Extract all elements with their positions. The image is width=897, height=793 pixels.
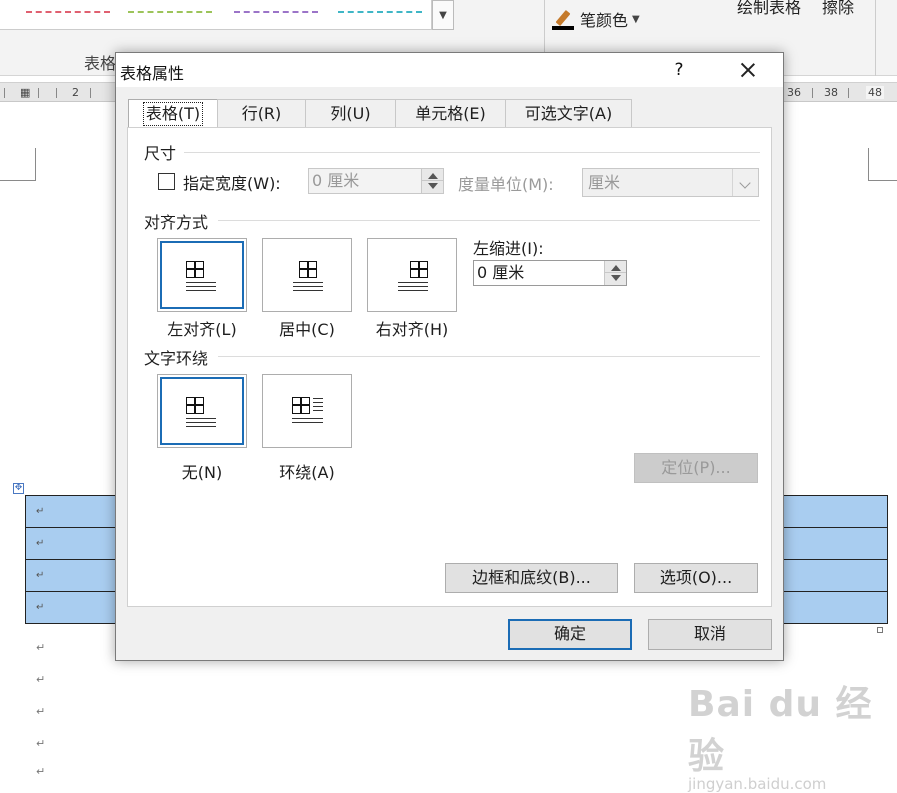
section-divider (218, 356, 760, 357)
tab-label: 列(U) (330, 104, 371, 123)
tab-label: 可选文字(A) (524, 104, 613, 123)
pen-color-label: 笔颜色 (580, 11, 629, 30)
gallery-more-button[interactable]: ▼ (432, 0, 454, 30)
measure-in-label: 度量单位(M): (458, 175, 554, 194)
align-left-label: 左对齐(L) (167, 320, 237, 339)
width-spinner[interactable] (421, 169, 443, 193)
table-style-swatch[interactable] (20, 0, 116, 28)
preferred-width-label: 指定宽度(W): (183, 174, 281, 193)
positioning-button[interactable]: 定位(P)... (634, 453, 758, 483)
left-indent-label: 左缩进(I): (473, 239, 544, 258)
options-button[interactable]: 选项(O)... (634, 563, 758, 593)
preferred-width-checkbox[interactable] (158, 173, 175, 190)
watermark-logo: Bai du 经验 (688, 684, 873, 777)
tab-panel-table: 尺寸 指定宽度(W): 0 厘米 度量单位(M): 厘米 对齐方式 左对齐(L) (127, 127, 772, 607)
preferred-width-value: 0 厘米 (312, 171, 360, 190)
wrap-around-label: 环绕(A) (279, 463, 335, 482)
measure-in-select[interactable]: 厘米 (582, 168, 759, 197)
close-icon[interactable] (728, 55, 768, 85)
ribbon-group-label: 表格 (84, 54, 117, 73)
left-indent-value: 0 厘米 (477, 263, 525, 282)
paragraph-mark: ↵ (36, 705, 46, 718)
wrapping-section-label: 文字环绕 (144, 349, 209, 368)
table-style-gallery[interactable] (0, 0, 432, 30)
dialog-titlebar[interactable]: 表格属性 ? (116, 53, 783, 87)
section-divider (184, 152, 760, 153)
table-style-swatch[interactable] (122, 0, 218, 28)
pen-color-icon (552, 8, 576, 30)
wrap-none-label: 无(N) (181, 463, 223, 482)
ruler-mark: 2 (72, 86, 79, 99)
ok-button[interactable]: 确定 (508, 619, 632, 650)
margin-corner-mark (0, 148, 36, 181)
wrap-around-option[interactable] (262, 374, 352, 448)
ruler-mark: 48 (866, 86, 884, 99)
ruler-mark: 38 (824, 86, 838, 99)
tab-label: 表格(T) (142, 102, 204, 126)
tab-row[interactable]: 行(R) (217, 99, 306, 127)
tab-strip: 表格(T) 行(R) 列(U) 单元格(E) 可选文字(A) (128, 99, 632, 129)
chevron-down-icon (732, 169, 758, 196)
margin-corner-mark (868, 148, 897, 181)
alignment-section-label: 对齐方式 (144, 213, 209, 232)
align-right-option[interactable] (367, 238, 457, 312)
cancel-button[interactable]: 取消 (648, 619, 772, 650)
dialog-title: 表格属性 (120, 64, 185, 83)
erase-button[interactable]: 擦除 (822, 0, 854, 18)
preferred-width-input[interactable]: 0 厘米 (308, 168, 444, 194)
align-center-label: 居中(C) (279, 320, 335, 339)
help-button[interactable]: ? (666, 57, 692, 83)
paragraph-mark: ↵ (36, 641, 46, 654)
align-right-label: 右对齐(H) (375, 320, 449, 339)
size-section-label: 尺寸 (144, 144, 177, 163)
pen-color-button[interactable]: 笔颜色 ▼ (552, 8, 640, 30)
borders-shading-button[interactable]: 边框和底纹(B)... (445, 563, 618, 593)
table-resize-handle[interactable] (877, 627, 883, 633)
tab-label: 行(R) (241, 104, 282, 123)
indent-spinner[interactable] (604, 261, 626, 285)
tab-label: 单元格(E) (415, 104, 486, 123)
wrap-none-option[interactable] (157, 374, 247, 448)
tab-column[interactable]: 列(U) (305, 99, 396, 127)
section-divider (218, 220, 760, 221)
draw-table-button[interactable]: 绘制表格 (737, 0, 801, 18)
chevron-down-icon: ▼ (632, 13, 640, 25)
tab-table[interactable]: 表格(T) (128, 99, 218, 129)
table-move-handle[interactable]: ✥ (13, 483, 24, 494)
ribbon-separator (875, 0, 876, 76)
table-style-swatch[interactable] (332, 0, 428, 28)
tab-cell[interactable]: 单元格(E) (395, 99, 506, 127)
align-left-option[interactable] (157, 238, 247, 312)
paragraph-mark: ↵ (36, 673, 46, 686)
left-indent-input[interactable]: 0 厘米 (473, 260, 627, 286)
ruler-marker-icon: ▦ (20, 86, 31, 99)
measure-in-value: 厘米 (588, 173, 621, 192)
watermark: Bai du 经验 jingyan.baidu.com (688, 675, 897, 793)
watermark-url: jingyan.baidu.com (688, 775, 827, 793)
ruler-mark: 36 (787, 86, 801, 99)
table-properties-dialog: 表格属性 ? 表格(T) 行(R) 列(U) 单元格(E) 可选文字(A) 尺寸… (115, 52, 784, 661)
paragraph-mark: ↵ (36, 765, 46, 778)
tab-alt-text[interactable]: 可选文字(A) (505, 99, 632, 127)
table-style-swatch[interactable] (228, 0, 324, 28)
align-center-option[interactable] (262, 238, 352, 312)
paragraph-mark: ↵ (36, 737, 46, 750)
